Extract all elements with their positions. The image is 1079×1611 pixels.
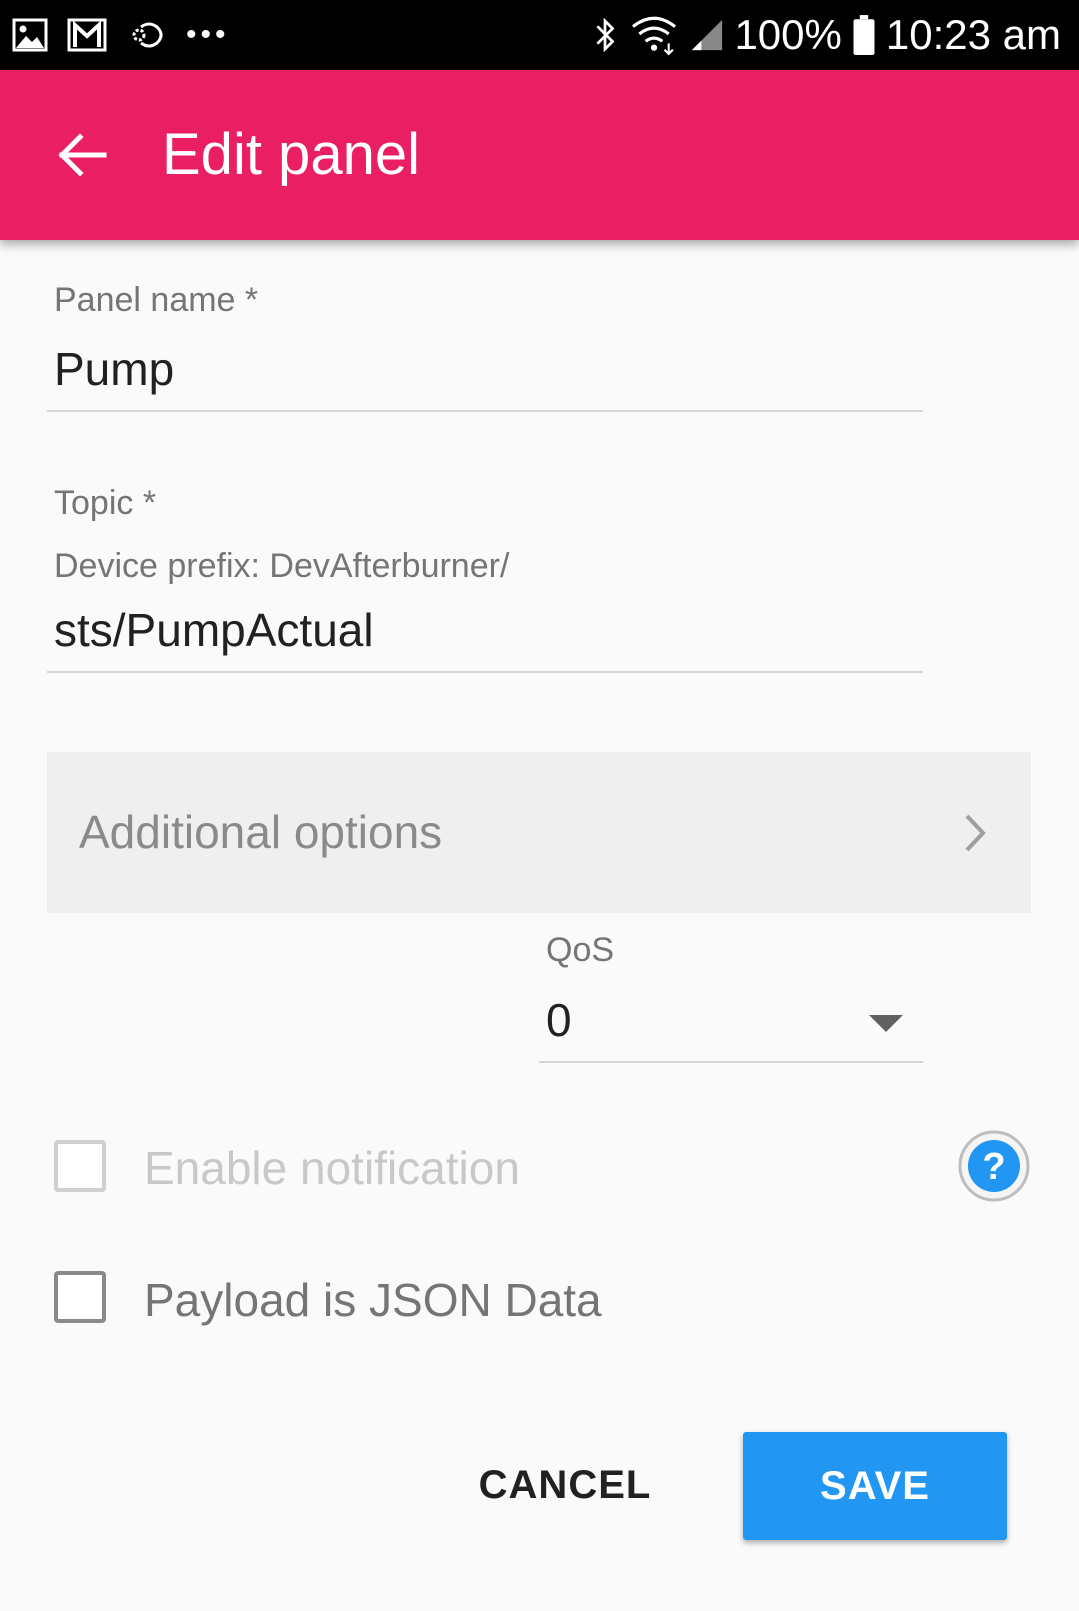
qos-dropdown[interactable]: 0 (539, 985, 923, 1063)
sync-icon (132, 22, 163, 48)
more-dots-icon: ••• (186, 18, 230, 51)
battery-icon (853, 15, 875, 55)
wifi-icon (632, 16, 677, 56)
signal-icon (692, 19, 723, 51)
enable-notification-checkbox[interactable] (54, 1140, 106, 1192)
payload-json-checkbox[interactable] (54, 1271, 106, 1323)
topic-underline (47, 671, 923, 673)
dropdown-arrow-icon (869, 1015, 903, 1032)
bluetooth-icon (596, 17, 615, 53)
topic-input[interactable]: sts/PumpActual (54, 603, 914, 657)
enable-notification-label: Enable notification (144, 1142, 520, 1194)
page-title: Edit panel (162, 122, 420, 187)
topic-label: Topic * (54, 484, 157, 522)
status-bar: ••• 100% 10:23 am (0, 0, 1079, 70)
status-bar-right: 100% 10:23 am (592, 10, 1061, 60)
battery-percentage: 100% (734, 11, 842, 58)
payload-json-label: Payload is JSON Data (144, 1274, 602, 1326)
cancel-button[interactable]: CANCEL (470, 1460, 660, 1510)
additional-options-row[interactable]: Additional options (47, 752, 1031, 913)
chevron-right-icon (965, 814, 986, 852)
save-button[interactable]: SAVE (743, 1432, 1007, 1540)
clock: 10:23 am (885, 11, 1061, 58)
gallery-icon (12, 18, 48, 52)
svg-text:?: ? (982, 1146, 1005, 1188)
panel-name-underline (47, 410, 923, 412)
qos-value: 0 (546, 994, 572, 1046)
panel-name-label: Panel name * (54, 281, 259, 319)
status-bar-left: ••• (12, 14, 230, 56)
additional-options-label: Additional options (79, 806, 443, 858)
qos-label: QoS (546, 931, 615, 969)
device-prefix-label: Device prefix: DevAfterburner/ (54, 547, 510, 585)
back-arrow-icon[interactable] (52, 125, 112, 185)
qos-underline (539, 1061, 923, 1063)
help-icon[interactable]: ? (958, 1130, 1030, 1202)
gmail-icon (67, 18, 107, 52)
app-bar: Edit panel (0, 70, 1079, 240)
panel-name-input[interactable]: Pump (54, 342, 914, 396)
